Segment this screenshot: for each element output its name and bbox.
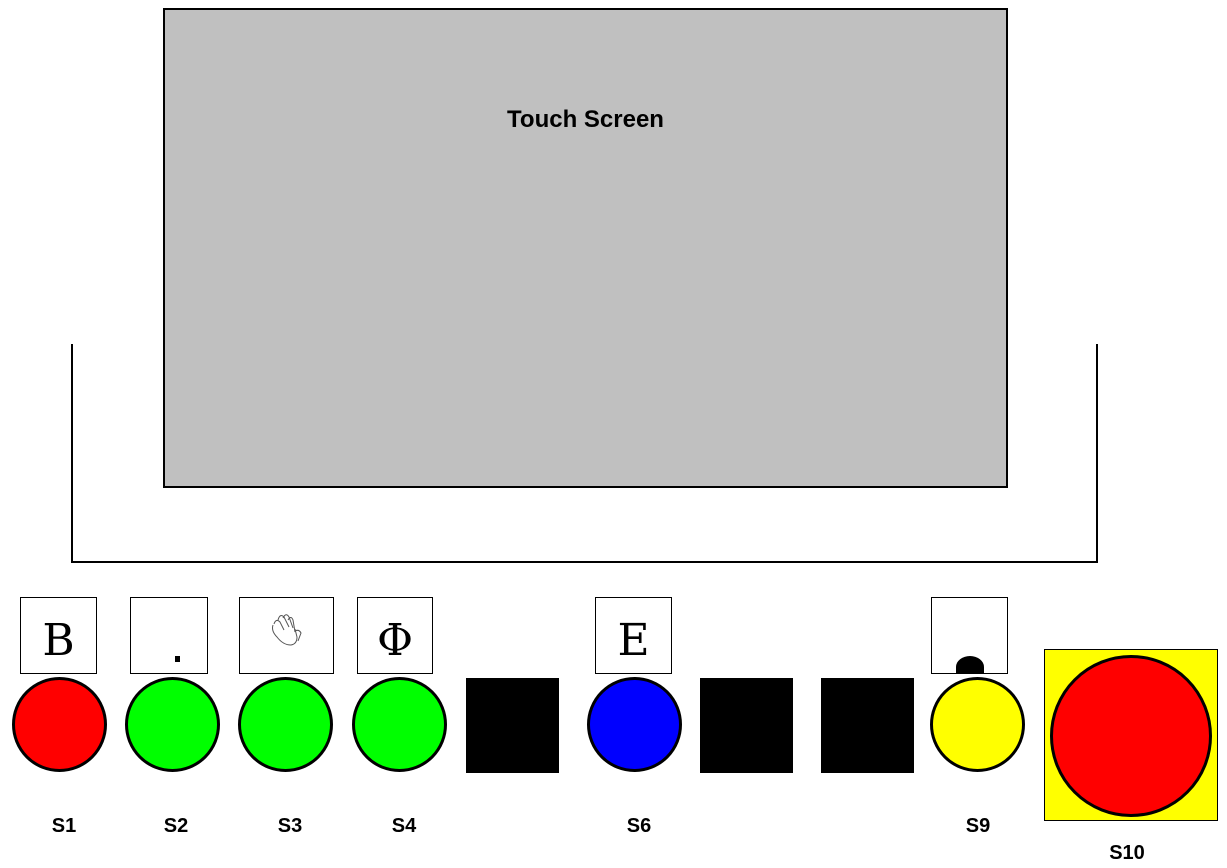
- s6-symbol: E: [617, 615, 650, 666]
- s6-blue-button[interactable]: [587, 677, 682, 772]
- s2-label: S2: [163, 815, 189, 837]
- s3-symbol-box: [239, 597, 334, 674]
- s10-label: S10: [1109, 842, 1145, 864]
- panel-bezel: [71, 344, 1098, 563]
- dot-icon: [175, 656, 180, 662]
- s6-label: S6: [626, 815, 652, 837]
- s2-green-button[interactable]: [125, 677, 220, 772]
- touch-screen-title: Touch Screen: [507, 106, 664, 133]
- s2-symbol-box: [130, 597, 208, 674]
- s4-green-button[interactable]: [352, 677, 447, 772]
- arc-icon: [956, 656, 984, 673]
- blank-position-s8: [821, 678, 914, 773]
- s9-label: S9: [965, 815, 991, 837]
- s1-symbol: B: [42, 615, 75, 666]
- s1-symbol-box: B: [20, 597, 97, 674]
- hand-icon: [272, 614, 302, 646]
- s4-label: S4: [391, 815, 417, 837]
- s9-symbol-box: [931, 597, 1008, 674]
- blank-position-s7: [700, 678, 793, 773]
- s3-label: S3: [277, 815, 303, 837]
- s10-emergency-stop-button[interactable]: [1050, 655, 1212, 817]
- s1-label: S1: [51, 815, 77, 837]
- s4-symbol-box: Φ: [357, 597, 433, 674]
- s9-yellow-button[interactable]: [930, 677, 1025, 772]
- s1-red-button[interactable]: [12, 677, 107, 772]
- s4-symbol: Φ: [376, 615, 414, 666]
- s6-symbol-box: E: [595, 597, 672, 674]
- s3-green-button[interactable]: [238, 677, 333, 772]
- blank-position-s5: [466, 678, 559, 773]
